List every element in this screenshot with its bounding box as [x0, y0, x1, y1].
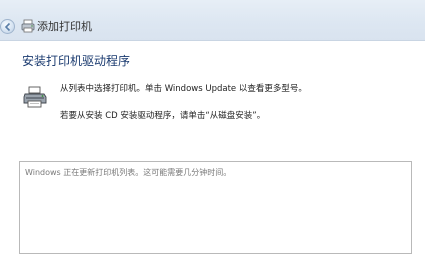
back-button[interactable] — [0, 19, 15, 34]
printer-icon — [23, 86, 47, 108]
instruction-text: 从列表中选择打印机。单击 Windows Update 以查看更多型号。 — [60, 84, 307, 94]
install-from-disk-instruction: 若要从安装 CD 安装驱动程序，请单击“从磁盘安装”。 — [60, 111, 266, 121]
list-status-text: Windows 正在更新打印机列表。这可能需要几分钟时间。 — [25, 168, 232, 177]
page-heading: 安装打印机驱动程序 — [22, 54, 131, 68]
back-arrow-icon — [4, 22, 11, 32]
printer-icon — [21, 19, 35, 33]
window-titlebar: 添加打印机 — [0, 0, 425, 41]
printer-list-box[interactable]: Windows 正在更新打印机列表。这可能需要几分钟时间。 — [19, 161, 412, 254]
window-title: 添加打印机 — [37, 20, 92, 33]
